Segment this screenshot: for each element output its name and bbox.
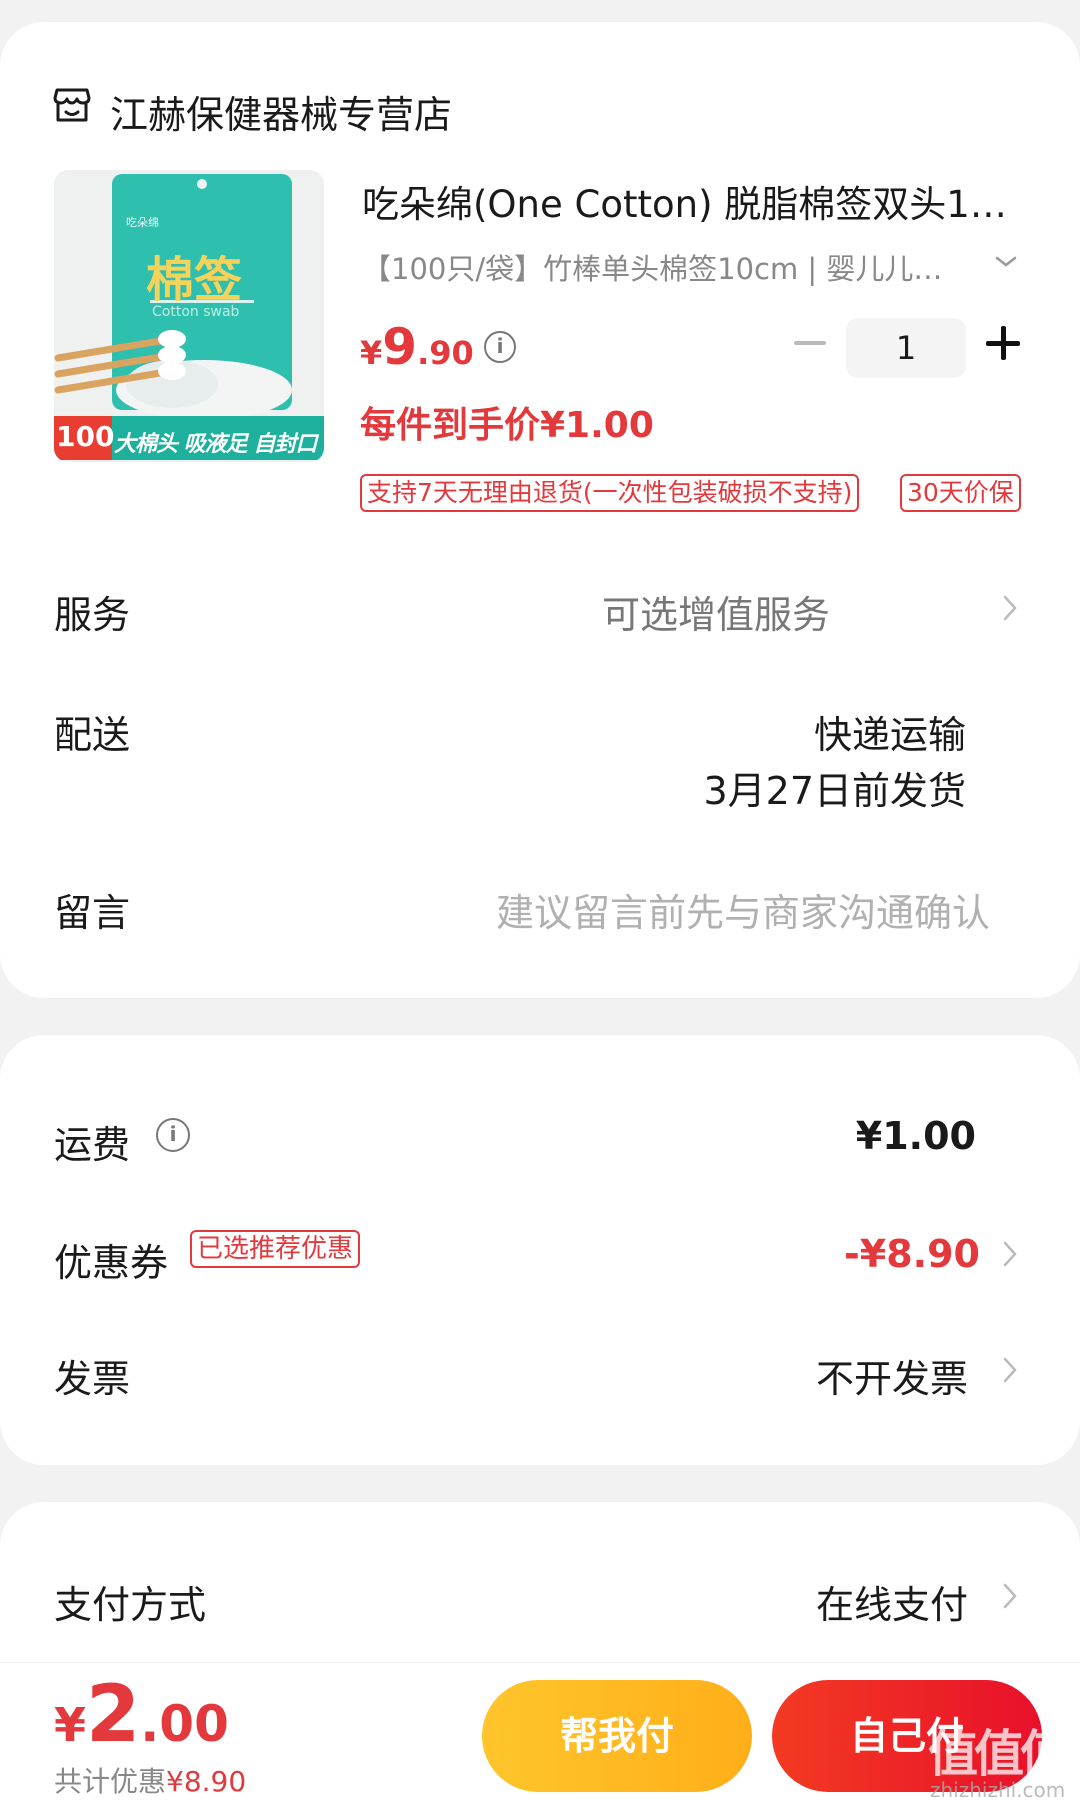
per-item-price: 每件到手价¥1.00: [360, 405, 654, 446]
thumb-banner-text: 大棉头 吸液足 自封口: [114, 432, 317, 457]
service-label: 服务: [54, 593, 131, 637]
product-price: ¥9.90: [360, 318, 474, 376]
shipping-info-icon[interactable]: i: [156, 1118, 190, 1152]
shipping-value: ¥1.00: [855, 1114, 976, 1158]
shipping-label: 运费: [54, 1123, 131, 1167]
thumb-count-text: 100: [56, 420, 115, 453]
store-name[interactable]: 江赫保健器械专营店: [110, 84, 452, 139]
coupon-value[interactable]: -¥8.90: [844, 1232, 980, 1276]
chevron-right-icon[interactable]: [1002, 594, 1018, 622]
thumb-subtitle-text: Cotton swab: [152, 304, 240, 320]
quantity-increase-button[interactable]: [986, 326, 1020, 360]
return-policy-tag: 支持7天无理由退货(一次性包装破损不支持): [360, 474, 860, 512]
chevron-right-icon[interactable]: [1002, 1356, 1018, 1384]
message-input[interactable]: 建议留言前先与商家沟通确认: [496, 882, 990, 937]
price-protection-tag: 30天价保: [900, 474, 1021, 512]
coupon-label: 优惠券: [54, 1241, 169, 1285]
price-currency: ¥: [360, 334, 383, 372]
payment-method-label: 支付方式: [54, 1583, 207, 1627]
watermark-site: zhizhizhi.com: [930, 1778, 1066, 1802]
product-name[interactable]: 吃朵绵(One Cotton) 脱脂棉签双头1…: [362, 174, 1022, 228]
chevron-right-icon[interactable]: [1002, 1240, 1018, 1268]
quantity-input[interactable]: 1: [846, 318, 966, 378]
total-discount-value: ¥8.90: [166, 1765, 247, 1798]
message-label: 留言: [54, 891, 131, 935]
store-icon: [52, 86, 92, 124]
total-discount-label: 共计优惠: [54, 1765, 167, 1798]
chevron-down-icon[interactable]: [994, 252, 1018, 272]
invoice-label: 发票: [54, 1357, 131, 1401]
invoice-value[interactable]: 不开发票: [816, 1348, 968, 1403]
delivery-date: 3月27日前发货: [703, 769, 966, 813]
price-decimal: .90: [417, 334, 474, 372]
thumb-title-text: 棉签: [146, 252, 243, 308]
service-value[interactable]: 可选增值服务: [602, 584, 830, 639]
thumb-brand-text: 吃朵绵: [126, 216, 159, 229]
delivery-method: 快递运输: [813, 713, 966, 757]
total-currency: ¥: [54, 1698, 87, 1752]
total-price: ¥2.00: [54, 1670, 229, 1760]
quantity-decrease-button[interactable]: [790, 322, 830, 362]
product-thumbnail[interactable]: 吃朵绵 棉签 Cotton swab 100 大棉头 吸液足 自封口: [54, 170, 324, 462]
total-decimal: .00: [140, 1695, 229, 1753]
total-integer: 2: [86, 1670, 141, 1760]
help-pay-button[interactable]: 帮我付: [482, 1680, 752, 1792]
total-discount: 共计优惠¥8.90: [54, 1760, 246, 1800]
coupon-badge: 已选推荐优惠: [190, 1230, 361, 1268]
watermark-logo: 值值值: [928, 1725, 1070, 1783]
chevron-right-icon[interactable]: [1002, 1582, 1018, 1610]
product-spec[interactable]: 【100只/袋】竹棒单头棉签10cm | 婴儿儿…: [362, 246, 952, 288]
payment-method-value[interactable]: 在线支付: [816, 1574, 968, 1629]
price-integer: 9: [382, 318, 418, 376]
delivery-label: 配送: [54, 713, 131, 757]
price-info-icon[interactable]: i: [484, 331, 516, 363]
